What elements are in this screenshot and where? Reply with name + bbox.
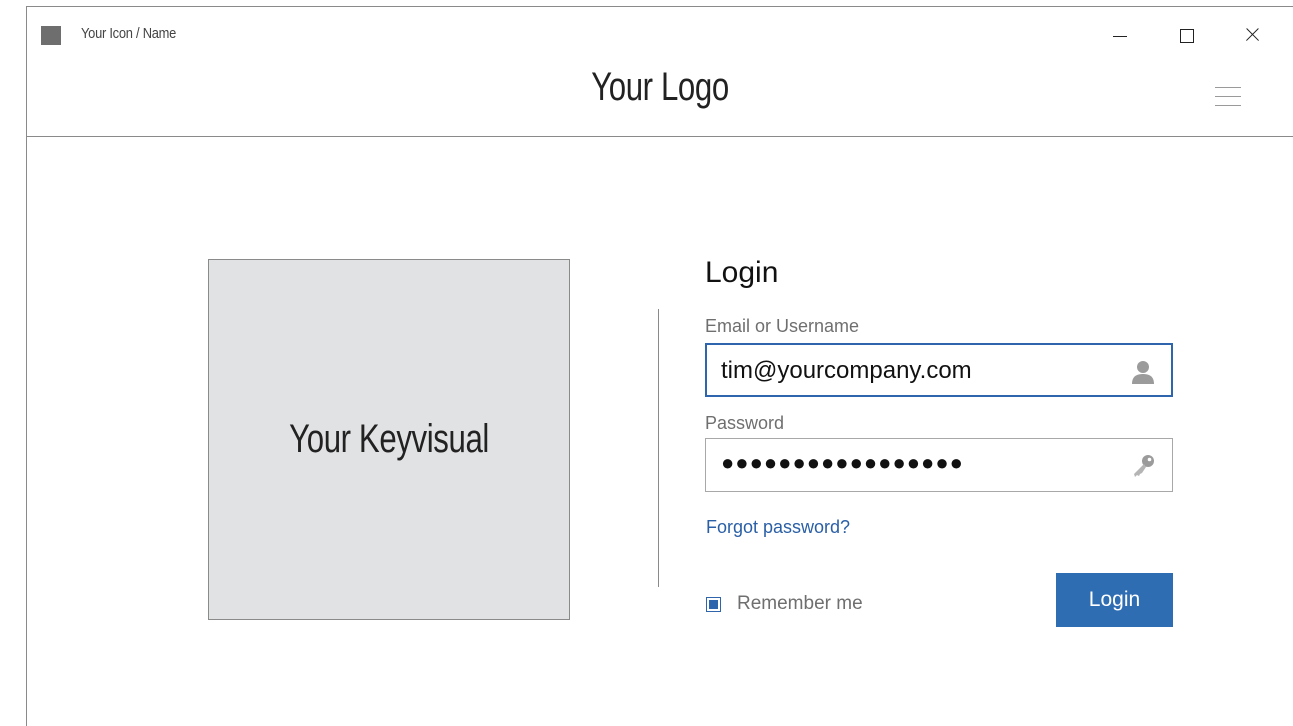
maximize-icon[interactable] <box>1171 23 1201 47</box>
title-bar: Your Icon / Name Your Logo <box>27 7 1293 137</box>
remember-me-label: Remember me <box>737 593 863 614</box>
password-label: Password <box>705 413 785 433</box>
user-icon <box>1132 361 1154 384</box>
checkbox-checked-icon[interactable] <box>706 596 721 612</box>
minimize-icon[interactable] <box>1105 23 1135 47</box>
email-field[interactable]: tim@yourcompany.com <box>705 343 1173 397</box>
login-title: Login <box>705 256 779 289</box>
keyvisual-placeholder: Your Keyvisual <box>208 259 570 620</box>
login-button[interactable]: Login <box>1056 573 1173 627</box>
logo: Your Logo <box>591 65 729 109</box>
forgot-password-link[interactable]: Forgot password? <box>706 517 850 538</box>
password-field[interactable]: ●●●●●●●●●●●●●●●●● <box>705 438 1173 492</box>
key-icon <box>1134 455 1154 477</box>
vertical-divider <box>658 309 659 587</box>
app-name: Your Icon / Name <box>81 25 177 42</box>
keyvisual-label: Your Keyvisual <box>289 417 489 461</box>
remember-me-checkbox[interactable]: Remember me <box>706 593 863 615</box>
app-window: Your Icon / Name Your Logo Your Keyvisua… <box>26 6 1293 726</box>
close-icon[interactable] <box>1237 23 1267 47</box>
password-value: ●●●●●●●●●●●●●●●●● <box>721 450 964 475</box>
email-label: Email or Username <box>705 316 860 336</box>
app-icon <box>41 26 61 45</box>
email-value: tim@yourcompany.com <box>721 357 972 384</box>
hamburger-menu-icon[interactable] <box>1215 87 1241 107</box>
